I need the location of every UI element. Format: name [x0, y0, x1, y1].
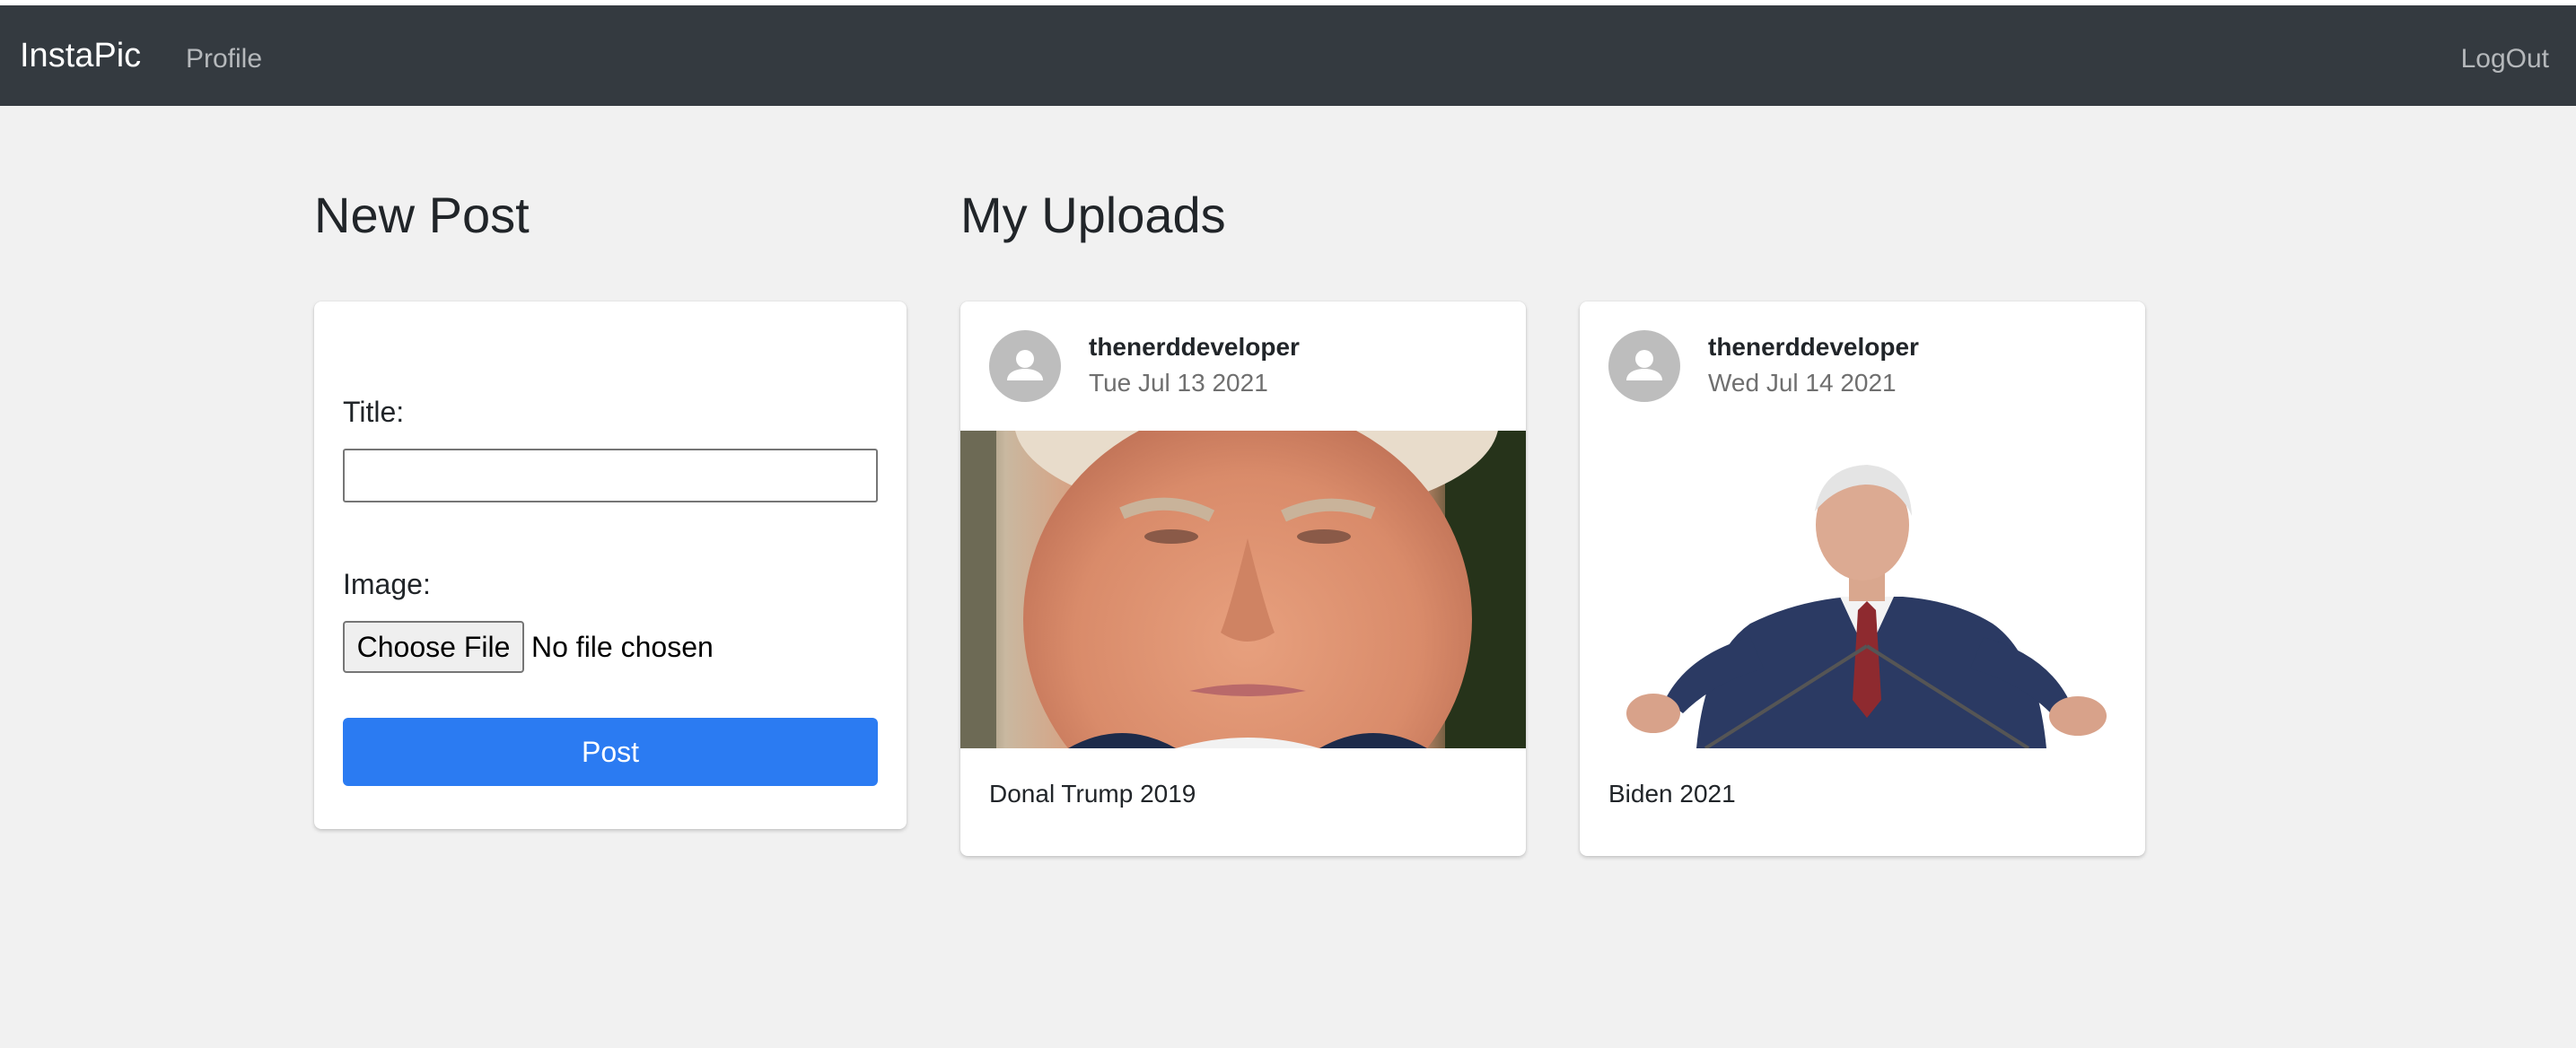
post-username: thenerddeveloper: [1089, 333, 1300, 361]
user-icon: [1626, 350, 1662, 380]
file-status-text: No file chosen: [531, 631, 714, 663]
navbar: InstaPic Profile LogOut: [0, 5, 2576, 106]
choose-file-button[interactable]: Choose File: [343, 621, 524, 673]
brand-link[interactable]: InstaPic: [20, 36, 141, 77]
post-date: Tue Jul 13 2021: [1089, 369, 1268, 397]
avatar: [989, 330, 1061, 402]
new-post-heading: New Post: [314, 187, 530, 243]
post-button[interactable]: Post: [343, 718, 878, 786]
nav-logout-link[interactable]: LogOut: [2461, 43, 2549, 75]
avatar: [1608, 330, 1680, 402]
nav-profile-link[interactable]: Profile: [186, 43, 262, 75]
my-uploads-heading: My Uploads: [960, 187, 1226, 243]
post-image[interactable]: [960, 431, 1526, 748]
new-post-form: Title: Image: Choose File No file chosen…: [314, 301, 907, 829]
post-username: thenerddeveloper: [1708, 333, 1919, 361]
post-image[interactable]: [1580, 431, 2145, 748]
post-caption: Donal Trump 2019: [989, 780, 1196, 808]
post-card: thenerddeveloper Wed Jul 14 2021 Biden 2: [1580, 301, 2145, 856]
image-label: Image:: [343, 568, 431, 600]
post-date: Wed Jul 14 2021: [1708, 369, 1897, 397]
title-label: Title:: [343, 396, 405, 428]
post-card: thenerddeveloper Tue Jul 13 2021 Donal T…: [960, 301, 1526, 856]
title-input[interactable]: [343, 449, 878, 502]
user-icon: [1007, 350, 1043, 380]
post-caption: Biden 2021: [1608, 780, 1736, 808]
